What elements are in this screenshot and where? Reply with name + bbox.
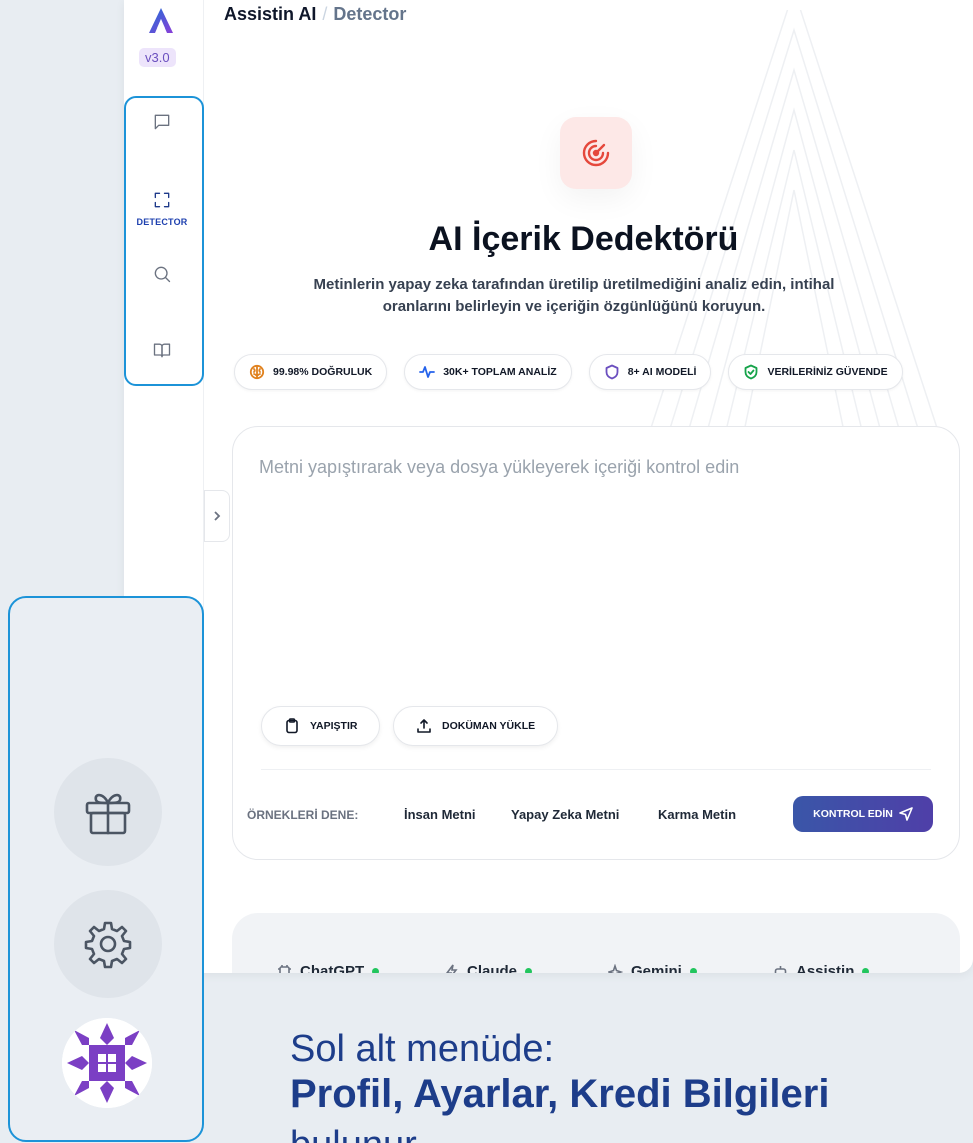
gift-icon (85, 793, 131, 835)
chat-icon (154, 114, 170, 130)
status-dot (862, 968, 870, 973)
scan-icon (154, 192, 170, 208)
breadcrumb: Assistin AI / Detector (224, 4, 406, 25)
status-dot (525, 968, 533, 973)
breadcrumb-current: Detector (333, 4, 407, 24)
send-icon (899, 807, 913, 821)
activity-icon (419, 366, 436, 378)
app-logo[interactable] (146, 6, 176, 36)
text-input[interactable] (259, 457, 939, 677)
bot-icon (774, 966, 787, 973)
example-ai-text[interactable]: Yapay Zeka Metni (511, 807, 619, 822)
breadcrumb-root[interactable]: Assistin AI (224, 4, 316, 24)
clipboard-icon (286, 718, 298, 734)
upload-icon (417, 719, 431, 733)
example-mixed-text[interactable]: Karma Metin (658, 807, 736, 822)
avatar[interactable] (62, 1018, 152, 1108)
stat-chip-accuracy: 99.98% DOĞRULUK (234, 354, 388, 390)
sidebar-item-chat[interactable] (124, 112, 200, 132)
model-item: Assistin (773, 963, 870, 973)
sidebar-item-library[interactable] (124, 340, 200, 360)
paste-button[interactable]: YAPIŞTIR (261, 706, 381, 746)
card-divider (261, 769, 931, 770)
breadcrumb-separator: / (322, 4, 328, 24)
settings-button[interactable] (54, 890, 162, 998)
example-human-text[interactable]: İnsan Metni (404, 807, 476, 822)
paste-button-label: YAPIŞTIR (310, 720, 358, 732)
sidebar-item-search[interactable] (124, 264, 200, 284)
stats-chips: 99.98% DOĞRULUK 30K+ TOPLAM ANALİZ 8+ AI… (234, 354, 903, 390)
model-item: Gemini (608, 963, 697, 973)
caption-line-2: Profil, Ayarlar, Kredi Bilgileri (290, 1072, 830, 1116)
sparkle-icon (608, 964, 623, 973)
bottom-menu-zoom-callout (8, 596, 204, 1142)
model-item: ChatGPT (277, 963, 380, 973)
stat-chip-models: 8+ AI MODELİ (588, 354, 712, 390)
stat-chip-analyses: 30K+ TOPLAM ANALİZ (404, 354, 572, 390)
status-dot (372, 968, 380, 973)
detector-input-card: YAPIŞTIR DOKÜMAN YÜKLE ÖRNEKLERİ DENE: İ… (232, 426, 960, 860)
caption-line-3: bulunur. (290, 1124, 425, 1143)
page-subtitle: Metinlerin yapay zeka tarafından üretili… (313, 276, 835, 315)
page-title: AI İçerik Dedektörü (428, 220, 739, 258)
shield-check-icon (745, 364, 758, 380)
credits-button[interactable] (54, 758, 162, 866)
check-button[interactable]: KONTROL EDİN (793, 796, 933, 832)
gear-icon (84, 921, 132, 969)
book-icon (153, 343, 171, 358)
radar-icon (582, 139, 610, 167)
stat-chip-security: VERİLERİNİZ GÜVENDE (728, 354, 903, 390)
upload-button-label: DOKÜMAN YÜKLE (442, 720, 536, 732)
app-window: v3.0 DETECTOR Assistin AI / Detector AI İç… (124, 0, 973, 973)
chip-icon (278, 965, 291, 973)
hero-icon-badge (560, 117, 632, 189)
bolt-icon (446, 964, 458, 973)
status-dot (689, 968, 697, 973)
model-item: Claude (444, 963, 533, 973)
version-badge: v3.0 (139, 48, 176, 67)
brain-icon (249, 364, 265, 380)
examples-label: ÖRNEKLERİ DENE: (247, 808, 359, 822)
search-icon (154, 266, 171, 283)
check-button-label: KONTROL EDİN (813, 808, 893, 820)
caption-line-1: Sol alt menüde: (290, 1028, 555, 1070)
upload-document-button[interactable]: DOKÜMAN YÜKLE (393, 706, 559, 746)
supported-models-panel: ChatGPT Claude Gemini Assistin (232, 913, 960, 973)
sidebar-expand-button[interactable] (204, 490, 230, 542)
shield-icon (605, 364, 619, 380)
chevron-right-icon (214, 511, 221, 521)
